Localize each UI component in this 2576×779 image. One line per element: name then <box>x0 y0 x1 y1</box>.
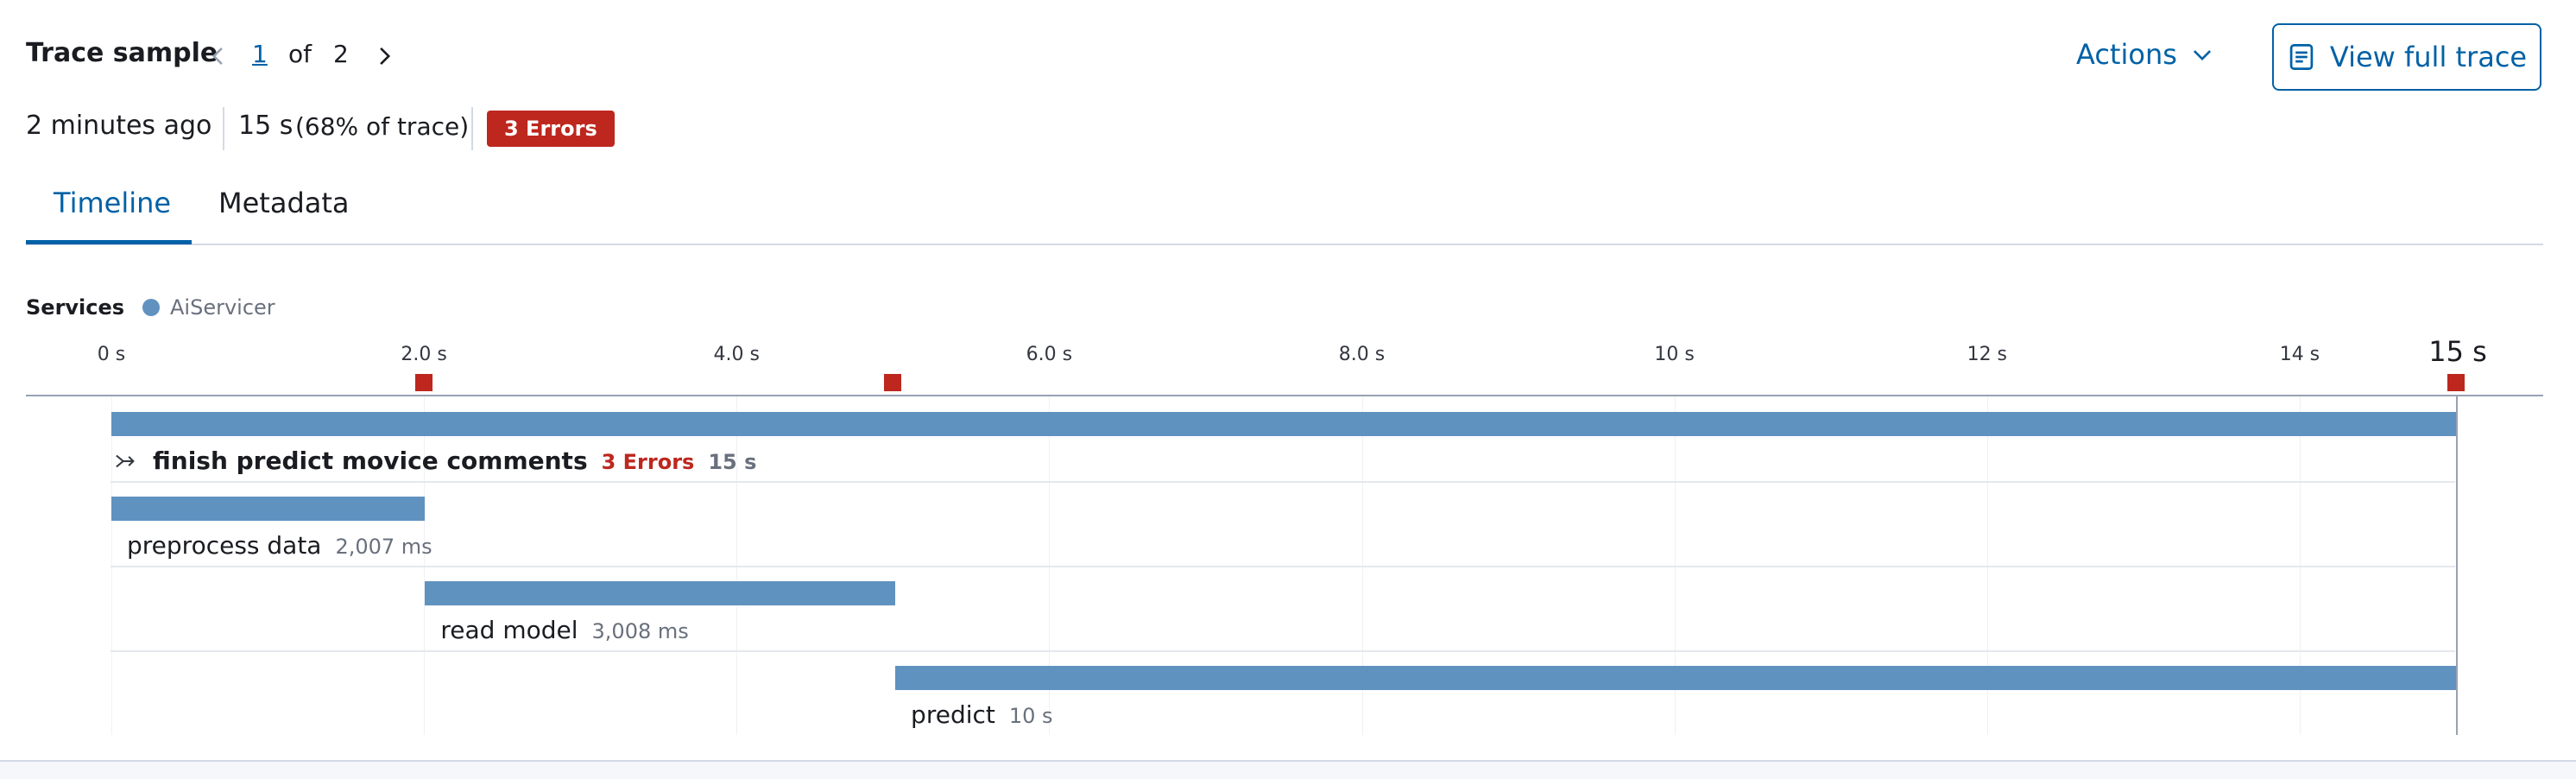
axis-tick-label: 14 s <box>2279 344 2320 365</box>
span-row[interactable]: predict 10 s <box>911 700 1053 729</box>
span-bar[interactable] <box>895 666 2456 690</box>
axis-tick-label: 4.0 s <box>713 344 760 365</box>
panel-bottom-border <box>0 760 2576 779</box>
duration-percent-text: (68% of trace) <box>295 112 470 141</box>
errors-badge-label: 3 Errors <box>504 117 597 141</box>
span-duration: 3,008 ms <box>591 619 689 643</box>
divider <box>471 107 473 150</box>
page-of-text: of <box>288 40 312 68</box>
tab-metadata[interactable]: Metadata <box>218 187 350 219</box>
services-label: Services <box>26 295 125 320</box>
span-row[interactable]: finish predict movice comments 3 Errors 15… <box>153 446 756 475</box>
chevron-down-icon <box>2193 50 2211 61</box>
axis-tick-label: 10 s <box>1654 344 1695 365</box>
span-row[interactable]: preprocess data 2,007 ms <box>127 531 432 560</box>
axis-tick-label: 6.0 s <box>1026 344 1073 365</box>
axis-end-label: 15 s <box>2428 335 2487 368</box>
span-name: predict <box>911 700 995 729</box>
span-bar[interactable] <box>111 412 2456 436</box>
axis-tick-label: 8.0 s <box>1338 344 1386 365</box>
actions-label: Actions <box>2076 38 2177 71</box>
span-errors-badge[interactable]: 3 Errors <box>602 450 695 474</box>
timeline-axis <box>26 395 2543 396</box>
page-current-link[interactable]: 1 <box>252 40 268 68</box>
actions-menu-button[interactable]: Actions <box>2076 38 2213 71</box>
tab-timeline[interactable]: Timeline <box>54 187 171 219</box>
span-duration: 15 s <box>708 450 757 474</box>
axis-tick-label: 2.0 s <box>401 344 447 365</box>
span-duration: 10 s <box>1008 704 1053 728</box>
span-name: finish predict movice comments <box>153 446 588 475</box>
merge-icon[interactable] <box>113 450 136 472</box>
span-bar[interactable] <box>425 581 896 605</box>
active-tab-indicator <box>26 240 192 244</box>
service-name[interactable]: AiServicer <box>170 295 275 320</box>
chevron-right-icon[interactable] <box>373 45 395 67</box>
row-divider <box>110 481 2455 483</box>
error-marker[interactable] <box>884 374 902 391</box>
span-duration: 2,007 ms <box>335 535 432 559</box>
error-marker[interactable] <box>2447 374 2465 391</box>
span-bar[interactable] <box>111 497 426 521</box>
span-name: preprocess data <box>127 531 322 560</box>
view-full-trace-button[interactable]: View full trace <box>2272 23 2541 91</box>
tabs-divider <box>26 244 2543 245</box>
view-full-trace-label: View full trace <box>2329 41 2528 73</box>
span-name: read model <box>440 616 578 644</box>
service-color-dot <box>142 299 160 316</box>
row-divider <box>110 566 2455 567</box>
row-divider <box>110 650 2455 652</box>
page-total-text: 2 <box>333 40 349 68</box>
axis-tick-label: 12 s <box>1967 344 2008 365</box>
span-row[interactable]: read model 3,008 ms <box>440 616 688 644</box>
timeline-end-line <box>2456 396 2458 735</box>
divider <box>223 107 224 150</box>
chevron-left-icon[interactable] <box>207 45 230 67</box>
document-icon <box>2289 44 2314 70</box>
axis-tick-label: 0 s <box>97 344 126 365</box>
error-marker[interactable] <box>415 374 433 391</box>
page-title: Trace sample <box>26 38 218 68</box>
time-ago-text: 2 minutes ago <box>26 111 212 141</box>
duration-text: 15 s <box>238 111 294 141</box>
errors-badge[interactable]: 3 Errors <box>487 111 615 147</box>
